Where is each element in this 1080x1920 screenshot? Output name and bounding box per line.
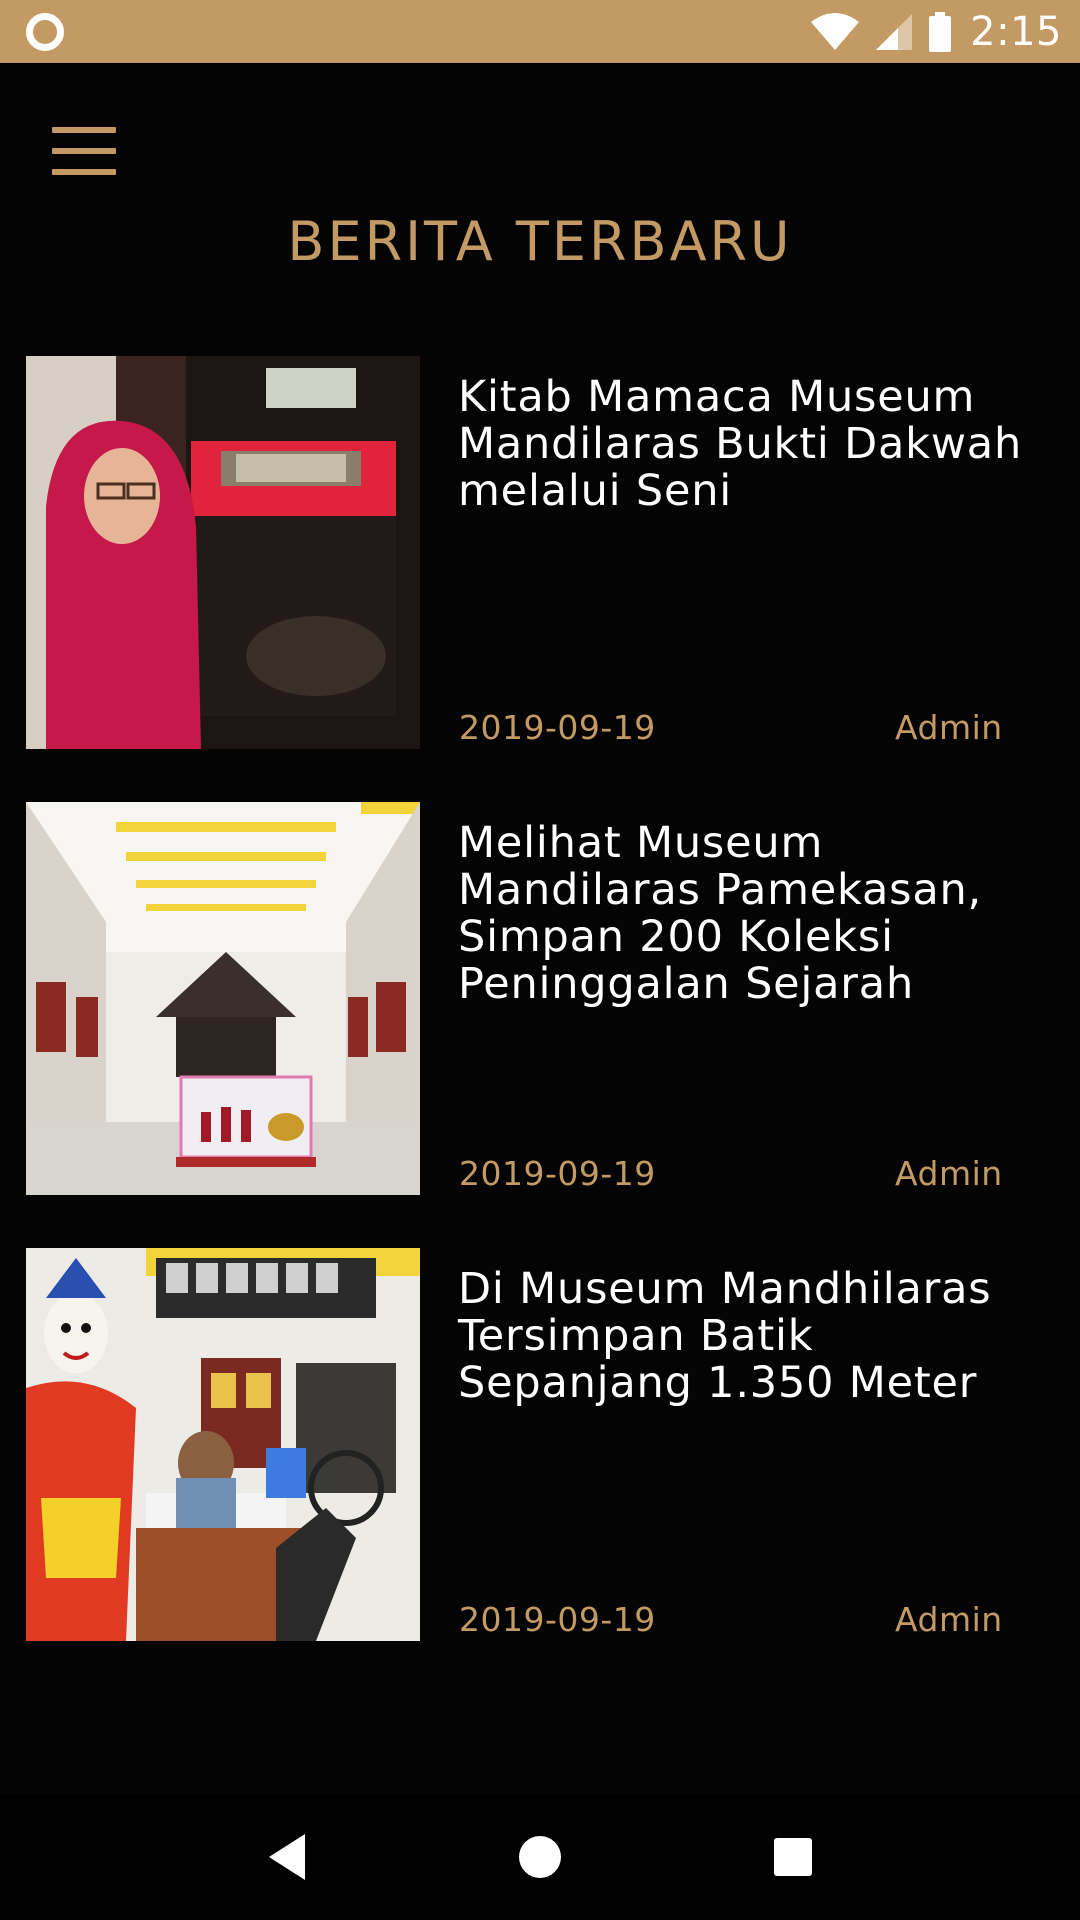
home-icon[interactable] xyxy=(508,1825,572,1889)
wifi-icon xyxy=(810,12,860,52)
news-item[interactable]: Melihat Museum Mandilaras Pamekasan, Sim… xyxy=(0,802,1080,1248)
news-item[interactable]: Di Museum Mandhilaras Tersimpan Batik Se… xyxy=(0,1248,1080,1694)
news-list: Kitab Mamaca Museum Mandilaras Bukti Dak… xyxy=(0,356,1080,1694)
page-title: BERITA TERBARU xyxy=(287,210,793,273)
news-item[interactable]: Kitab Mamaca Museum Mandilaras Bukti Dak… xyxy=(0,356,1080,802)
app-screen: 2:15 BERITA TERBARU Kitab Mamaca Museum … xyxy=(0,0,1080,1920)
news-thumbnail-image xyxy=(26,356,420,749)
news-author: Admin xyxy=(895,1600,1003,1639)
news-author: Admin xyxy=(895,708,1003,747)
news-date: 2019-09-19 xyxy=(459,1154,656,1193)
sync-icon xyxy=(26,12,64,51)
battery-icon xyxy=(928,11,952,52)
menu-line xyxy=(52,148,116,154)
news-thumbnail xyxy=(26,802,420,1195)
system-nav-bar xyxy=(0,1794,1080,1920)
news-author: Admin xyxy=(895,1154,1003,1193)
cell-signal-icon xyxy=(874,12,914,52)
news-title: Kitab Mamaca Museum Mandilaras Bukti Dak… xyxy=(458,372,1023,516)
hamburger-menu-icon[interactable] xyxy=(44,118,124,184)
news-title: Di Museum Mandhilaras Tersimpan Batik Se… xyxy=(458,1264,992,1408)
menu-line xyxy=(52,127,116,133)
news-thumbnail xyxy=(26,1248,420,1641)
news-thumbnail-image xyxy=(26,802,420,1195)
news-title: Melihat Museum Mandilaras Pamekasan, Sim… xyxy=(458,818,983,1009)
news-thumbnail xyxy=(26,356,420,749)
menu-line xyxy=(52,169,116,175)
recents-icon[interactable] xyxy=(761,1825,825,1889)
news-date: 2019-09-19 xyxy=(459,1600,656,1639)
status-bar: 2:15 xyxy=(0,0,1080,63)
back-icon[interactable] xyxy=(255,1825,319,1889)
news-thumbnail-image xyxy=(26,1248,420,1641)
clock: 2:15 xyxy=(970,8,1062,55)
news-date: 2019-09-19 xyxy=(459,708,656,747)
